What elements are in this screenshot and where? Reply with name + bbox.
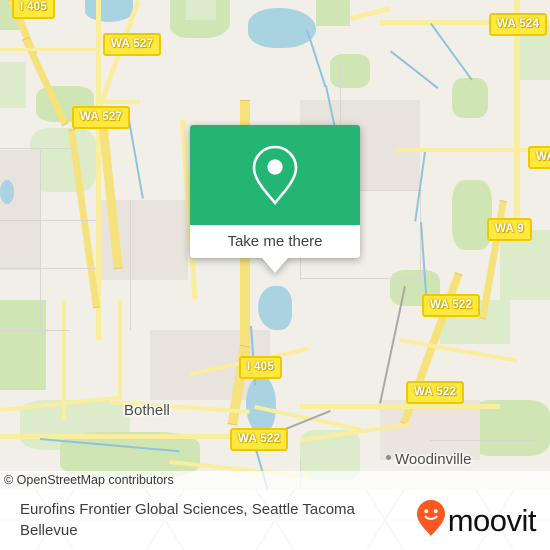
shield-wa-partial: WA [528, 146, 550, 169]
lake-area [258, 286, 292, 330]
shield-wa-9: WA 9 [487, 218, 532, 241]
water-area [85, 0, 133, 22]
park-area [452, 180, 492, 250]
minor-road [0, 148, 74, 149]
moovit-smiley-pin-icon [416, 499, 446, 542]
minor-road [430, 440, 540, 441]
road-ramp [118, 300, 122, 400]
popup-pointer-tail [262, 258, 288, 273]
shield-i-405-south: I 405 [239, 356, 283, 379]
minor-road [40, 150, 41, 330]
stream [430, 22, 473, 81]
road-arterial [100, 100, 140, 104]
location-title: Eurofins Frontier Global Sciences, Seatt… [20, 501, 355, 539]
road-arterial [0, 48, 98, 51]
stream [306, 29, 327, 88]
take-me-there-button[interactable]: Take me there [190, 225, 360, 258]
lake-area [0, 180, 14, 204]
minor-road [0, 220, 96, 221]
park-area [0, 62, 26, 108]
popup-header [190, 125, 360, 225]
place-label-woodinville: Woodinville [395, 451, 472, 468]
shield-wa-522-mid: WA 522 [406, 381, 465, 404]
park-area [330, 54, 370, 88]
shield-wa-522-upper: WA 522 [422, 294, 481, 317]
attribution-text: © OpenStreetMap contributors [4, 473, 174, 487]
minor-road [0, 330, 70, 331]
park-area [452, 78, 488, 118]
minor-road [300, 278, 420, 279]
moovit-brand[interactable]: moovit [416, 499, 537, 542]
map-attribution[interactable]: © OpenStreetMap contributors [0, 471, 550, 490]
road-wa-522 [300, 404, 500, 409]
shield-wa-522-lower: WA 522 [230, 428, 289, 451]
park-area [316, 0, 350, 26]
stream [390, 50, 439, 89]
footer-bar: Eurofins Frontier Global Sciences, Seatt… [0, 490, 550, 550]
minor-road [0, 268, 96, 269]
water-area [248, 8, 316, 48]
location-popup-card[interactable]: Take me there [190, 125, 360, 273]
shield-wa-527-lower: WA 527 [72, 106, 131, 129]
place-dot-woodinville [386, 455, 391, 460]
stream [128, 119, 144, 199]
railway-line [379, 286, 406, 404]
lake-area [246, 376, 276, 434]
take-me-there-label: Take me there [227, 233, 323, 250]
shield-wa-527-upper: WA 527 [103, 33, 162, 56]
road-arterial [396, 148, 546, 152]
road-wa-522 [0, 434, 250, 439]
shield-wa-524: WA 524 [489, 13, 548, 36]
park-area [186, 0, 216, 20]
moovit-wordmark: moovit [447, 502, 537, 538]
map-screenshot: I 405 WA 527 WA 527 WA 524 WA WA 9 WA 52… [0, 0, 550, 550]
road-wa-524 [350, 6, 391, 21]
map-pin-icon [249, 143, 301, 207]
road-ramp [62, 300, 66, 420]
place-label-bothell: Bothell [124, 402, 170, 419]
minor-road [130, 200, 131, 330]
residential-area [0, 150, 40, 270]
shield-i-405-north: I 405 [12, 0, 56, 19]
